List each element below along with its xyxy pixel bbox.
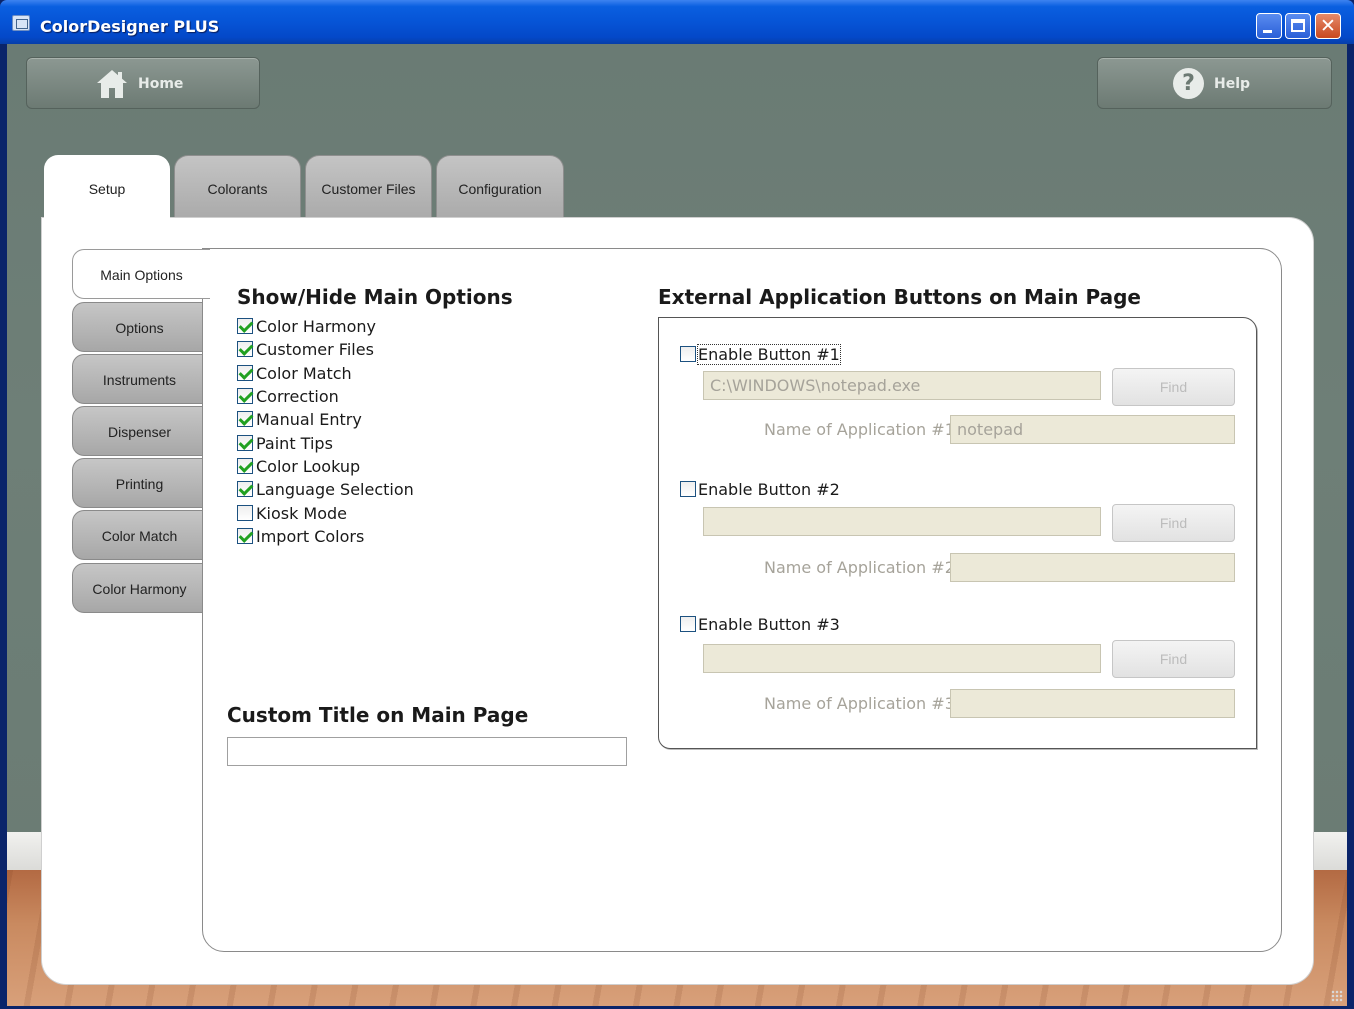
find-button-1[interactable]: Find — [1112, 368, 1235, 406]
main-options-content: Show/Hide Main Options Color Harmony Cus… — [202, 248, 1282, 952]
find-button-2[interactable]: Find — [1112, 504, 1235, 542]
question-circle-icon: ? — [1173, 68, 1204, 99]
side-tab-instruments[interactable]: Instruments — [72, 354, 206, 404]
client-area: Home ? Help Setup Colorants Customer Fil… — [7, 44, 1347, 1006]
checkbox[interactable] — [237, 481, 253, 497]
option-customer-files[interactable]: Customer Files — [237, 340, 374, 363]
option-color-harmony[interactable]: Color Harmony — [237, 317, 376, 340]
custom-title-heading: Custom Title on Main Page — [227, 703, 529, 727]
name-label-2: Name of Application #2 — [764, 558, 955, 577]
option-kiosk-mode[interactable]: Kiosk Mode — [237, 504, 347, 527]
checkbox[interactable] — [237, 318, 253, 334]
name-label-3: Name of Application #3 — [764, 694, 955, 713]
option-label: Customer Files — [256, 340, 374, 359]
enable-button-3[interactable]: Enable Button #3 — [680, 615, 840, 634]
checkbox[interactable] — [680, 346, 696, 362]
option-label: Import Colors — [256, 527, 365, 546]
app-window-icon — [12, 15, 30, 31]
find-button-3[interactable]: Find — [1112, 640, 1235, 678]
checkbox[interactable] — [237, 458, 253, 474]
tab-colorants[interactable]: Colorants — [174, 155, 301, 221]
resize-grip[interactable] — [1331, 990, 1343, 1002]
minimize-icon — [1263, 30, 1272, 33]
checkbox[interactable] — [237, 505, 253, 521]
title-bar[interactable]: ColorDesigner PLUS ✕ — [0, 0, 1354, 44]
home-button[interactable]: Home — [26, 57, 260, 109]
side-tab-printing[interactable]: Printing — [72, 458, 206, 508]
app-name-field-2[interactable] — [950, 553, 1235, 582]
checkbox[interactable] — [237, 341, 253, 357]
option-label: Paint Tips — [256, 434, 333, 453]
side-tab-dispenser[interactable]: Dispenser — [72, 406, 206, 456]
external-apps-box: Enable Button #1 C:\WINDOWS\notepad.exe … — [658, 317, 1257, 749]
app-name-field-3[interactable] — [950, 689, 1235, 718]
option-label: Color Harmony — [256, 317, 376, 336]
checkbox[interactable] — [680, 616, 696, 632]
side-tab-main-options[interactable]: Main Options — [72, 249, 210, 299]
checkbox[interactable] — [237, 365, 253, 381]
external-apps-title: External Application Buttons on Main Pag… — [658, 285, 1141, 309]
enable-label: Enable Button #3 — [698, 615, 840, 634]
option-color-match[interactable]: Color Match — [237, 364, 352, 387]
side-tab-color-harmony[interactable]: Color Harmony — [72, 563, 206, 613]
option-label: Language Selection — [256, 480, 414, 499]
enable-label: Enable Button #1 — [697, 344, 841, 365]
checkbox[interactable] — [237, 388, 253, 404]
app-name-field-1[interactable]: notepad — [950, 415, 1235, 444]
close-button[interactable]: ✕ — [1315, 13, 1341, 39]
close-icon: ✕ — [1320, 15, 1336, 37]
tab-configuration[interactable]: Configuration — [436, 155, 564, 221]
home-label: Home — [138, 76, 184, 92]
show-hide-title: Show/Hide Main Options — [237, 285, 513, 309]
option-correction[interactable]: Correction — [237, 387, 339, 410]
tab-setup[interactable]: Setup — [44, 155, 170, 229]
option-language-selection[interactable]: Language Selection — [237, 480, 414, 503]
option-manual-entry[interactable]: Manual Entry — [237, 410, 362, 433]
option-label: Correction — [256, 387, 339, 406]
checkbox[interactable] — [237, 435, 253, 451]
checkbox[interactable] — [680, 481, 696, 497]
option-paint-tips[interactable]: Paint Tips — [237, 434, 333, 457]
custom-title-input[interactable] — [227, 737, 627, 766]
side-tab-color-match[interactable]: Color Match — [72, 510, 206, 560]
enable-button-2[interactable]: Enable Button #2 — [680, 480, 840, 499]
maximize-icon — [1291, 19, 1305, 32]
setup-panel: Main Options Options Instruments Dispens… — [42, 218, 1313, 984]
app-path-field-1[interactable]: C:\WINDOWS\notepad.exe — [703, 371, 1101, 400]
option-label: Color Match — [256, 364, 352, 383]
option-label: Manual Entry — [256, 410, 362, 429]
option-color-lookup[interactable]: Color Lookup — [237, 457, 360, 480]
checkbox[interactable] — [237, 528, 253, 544]
help-button[interactable]: ? Help — [1097, 57, 1332, 109]
window-title: ColorDesigner PLUS — [40, 17, 220, 36]
checkbox[interactable] — [237, 411, 253, 427]
tab-customer-files[interactable]: Customer Files — [305, 155, 432, 221]
option-label: Kiosk Mode — [256, 504, 348, 523]
help-label: Help — [1214, 76, 1251, 92]
name-label-1: Name of Application #1 — [764, 420, 955, 439]
enable-label: Enable Button #2 — [698, 480, 840, 499]
option-import-colors[interactable]: Import Colors — [237, 527, 364, 550]
minimize-button[interactable] — [1256, 13, 1282, 39]
maximize-button[interactable] — [1285, 13, 1311, 39]
app-path-field-3[interactable] — [703, 644, 1101, 673]
option-label: Color Lookup — [256, 457, 361, 476]
side-tab-options[interactable]: Options — [72, 302, 206, 352]
app-path-field-2[interactable] — [703, 507, 1101, 536]
house-icon — [97, 70, 127, 98]
app-window: ColorDesigner PLUS ✕ Home ? Help Setup C… — [0, 0, 1354, 1009]
enable-button-1[interactable]: Enable Button #1 — [680, 344, 841, 365]
